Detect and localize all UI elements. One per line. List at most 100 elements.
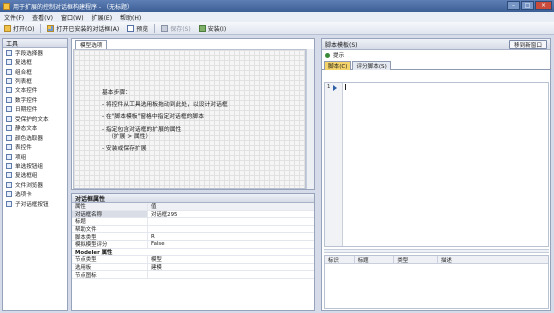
step-text: - 将控件从工具选用板拖动到此处，以设计对话框: [102, 102, 228, 109]
tool-item[interactable]: 复选框组: [3, 171, 67, 180]
menu-file[interactable]: 文件(F): [4, 13, 24, 22]
text-control-icon: [6, 87, 12, 94]
toolbar: 打开(O) 打开已安装的对话框(A) 预览 保存(S) 安装(I): [0, 22, 554, 35]
item-group-icon: [6, 153, 12, 160]
open-button[interactable]: 打开(O): [2, 23, 36, 34]
property-name: 节点类型: [72, 256, 148, 263]
property-name: 节点图标: [72, 271, 148, 279]
tool-item[interactable]: 字段选择器: [3, 48, 67, 57]
tool-item-label: 字段选择器: [15, 50, 43, 57]
tool-item-label: 日期控件: [15, 107, 38, 114]
checkbox-icon: [6, 59, 12, 66]
number-control-icon: [6, 96, 12, 103]
tool-item[interactable]: 受保护的文本: [3, 114, 67, 123]
tool-item[interactable]: 复选框: [3, 57, 67, 66]
property-value[interactable]: 对话框295: [148, 210, 177, 218]
property-row[interactable]: 节点类型 模型: [72, 256, 314, 264]
line-gutter: 1: [325, 83, 343, 246]
property-name: 对话框名称: [72, 210, 148, 218]
tool-item[interactable]: 日期控件: [3, 105, 67, 114]
tool-item[interactable]: 文本控件: [3, 86, 67, 95]
script-tabs: 脚本(C) 评分脚本(S): [322, 60, 550, 70]
property-row[interactable]: 节点图标: [72, 271, 314, 279]
menu-window[interactable]: 窗口(W): [61, 13, 84, 22]
tool-item[interactable]: 静态文本: [3, 124, 67, 133]
column-header[interactable]: 标题: [355, 256, 395, 264]
tool-item[interactable]: 表控件: [3, 142, 67, 151]
property-name: 脚本类型: [72, 233, 148, 241]
basic-steps: 基本步骤： - 将控件从工具选用板拖动到此处，以设计对话框 - 在"脚本模板"窗…: [102, 90, 228, 158]
hint-link[interactable]: 提示: [322, 50, 550, 60]
save-button[interactable]: 保存(S): [159, 23, 193, 34]
tool-item[interactable]: 列表框: [3, 76, 67, 85]
step-text: - 安装或保存扩展: [102, 146, 147, 153]
open-installed-button[interactable]: 打开已安装的对话框(A): [45, 23, 121, 34]
tab-script[interactable]: 脚本(C): [324, 61, 352, 70]
property-row[interactable]: 选用板 建模: [72, 263, 314, 272]
column-header[interactable]: 描述: [438, 256, 548, 264]
property-row[interactable]: 脚本类型 R: [72, 233, 314, 241]
column-header[interactable]: 类型: [394, 256, 439, 264]
dialog-properties-panel: 对话框属性 属性 值 对话框名称 对话框295 标题 帮助文件 脚本类型 R 模拟模型评分 F…: [71, 193, 315, 311]
tab-scoring-script[interactable]: 评分脚本(S): [352, 61, 391, 70]
close-button[interactable]: ×: [535, 1, 552, 10]
minimize-button[interactable]: –: [507, 1, 520, 10]
color-picker-icon: [6, 134, 12, 141]
tool-item-label: 复选框组: [15, 173, 38, 180]
tool-item-label: 组合框: [15, 69, 32, 76]
tool-item[interactable]: 项组: [3, 152, 67, 161]
checkbox-group-icon: [6, 172, 12, 179]
pane-splitter[interactable]: [324, 249, 549, 253]
menu-help[interactable]: 帮助(H): [120, 13, 141, 22]
maximize-button[interactable]: □: [521, 1, 534, 10]
preview-button[interactable]: 预览: [125, 23, 150, 34]
tool-list: 字段选择器 复选框组合框 列表框 文本控件数字控件日期控件 受保护的文本静态文本 颜色选取…: [3, 48, 67, 208]
tool-item-label: 表控件: [15, 145, 32, 152]
tool-item-label: 单选按钮组: [15, 163, 43, 170]
move-to-new-window-button[interactable]: 移到新窗口: [509, 40, 547, 49]
canvas-scrollbar[interactable]: [306, 49, 314, 189]
property-row[interactable]: 标题: [72, 218, 314, 226]
tool-item[interactable]: 文件浏览器: [3, 180, 67, 189]
step-text: - 在"脚本模板"窗格中指定对话框的脚本: [102, 114, 205, 121]
tab-model-options[interactable]: 模型选项: [75, 40, 108, 49]
secured-text-icon: [6, 115, 12, 122]
property-row[interactable]: 对话框名称 对话框295: [72, 210, 314, 219]
tools-palette: 工具 字段选择器 复选框组合框 列表框 文本控件数字控件日期控件 受保护的文本静态文本颜…: [2, 38, 68, 311]
toolbar-separator: [40, 23, 42, 33]
property-value[interactable]: False: [148, 241, 165, 247]
dialog-canvas[interactable]: 基本步骤： - 将控件从工具选用板拖动到此处，以设计对话框 - 在"脚本模板"窗…: [73, 49, 306, 189]
debug-table-header: 标识 标题 类型 描述: [325, 256, 548, 264]
tool-item[interactable]: 颜色选取器: [3, 133, 67, 142]
tool-item[interactable]: 单选按钮组: [3, 161, 67, 170]
tool-item[interactable]: 组合框: [3, 67, 67, 76]
tool-item[interactable]: 子对话框按钮: [3, 199, 67, 208]
toolbar-separator: [154, 23, 156, 33]
dialog-canvas-panel: 模型选项 基本步骤： - 将控件从工具选用板拖动到此处，以设计对话框 - 在"脚…: [71, 38, 315, 190]
combo-box-icon: [6, 68, 12, 75]
property-value[interactable]: 建模: [148, 263, 162, 271]
tool-item-label: 静态文本: [15, 126, 38, 133]
title-bar: 用于扩展的控制对话框构建程序 - （无标题） – □ ×: [0, 0, 554, 12]
properties-group-modeler: Modeler 属性: [72, 249, 314, 257]
script-editor[interactable]: 1: [324, 82, 549, 247]
script-header: 脚本模板(S) 移到新窗口: [322, 39, 550, 50]
text-cursor: [345, 84, 346, 90]
property-name: 帮助文件: [72, 225, 148, 233]
tool-item-label: 子对话框按钮: [15, 201, 49, 208]
static-text-icon: [6, 125, 12, 132]
tool-item-label: 文件浏览器: [15, 182, 43, 189]
tool-item[interactable]: 选项卡: [3, 190, 67, 199]
tool-item[interactable]: 数字控件: [3, 95, 67, 104]
save-icon: [161, 24, 169, 32]
column-header[interactable]: 标识: [325, 256, 355, 264]
menu-view[interactable]: 查看(V): [32, 13, 53, 22]
property-value[interactable]: R: [148, 234, 155, 240]
menu-extensions[interactable]: 扩展(E): [92, 13, 112, 22]
properties-rows: 对话框名称 对话框295 标题 帮助文件 脚本类型 R 模拟模型评分 False: [72, 210, 314, 249]
tools-header: 工具: [3, 39, 67, 48]
tool-item-label: 数字控件: [15, 97, 38, 104]
tool-item-label: 选项卡: [15, 192, 32, 199]
install-button[interactable]: 安装(I): [197, 23, 228, 34]
property-row[interactable]: 帮助文件: [72, 225, 314, 234]
